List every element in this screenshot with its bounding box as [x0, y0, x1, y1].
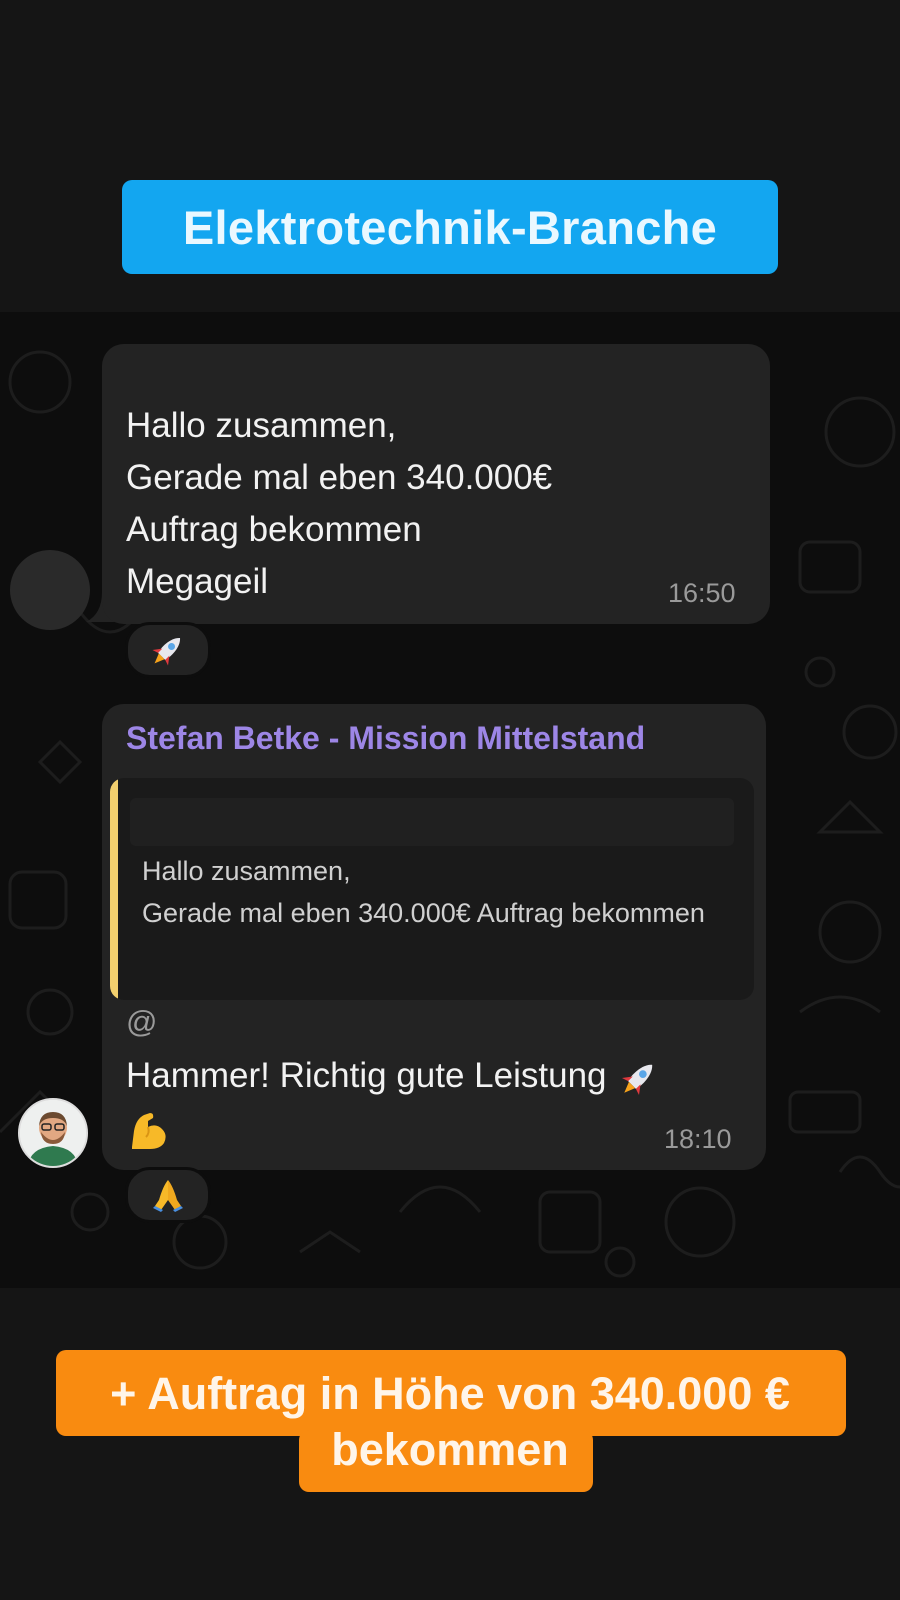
avatar[interactable]: [18, 1098, 88, 1168]
quoted-message[interactable]: Hallo zusammen, Gerade mal eben 340.000€…: [110, 778, 754, 1000]
rocket-icon: [622, 1064, 653, 1095]
rocket-icon: [152, 637, 181, 666]
avatar-photo: [20, 1100, 86, 1166]
avatar-placeholder[interactable]: [10, 550, 90, 630]
top-banner: Elektrotechnik-Branche: [122, 180, 778, 274]
bottom-banner-text: + Auftrag in Höhe von 340.000 € bekommen: [110, 1368, 790, 1475]
bottom-banner: + Auftrag in Höhe von 340.000 € bekommen: [0, 1350, 900, 1492]
quote-header-placeholder: [130, 798, 734, 846]
quote-bar: [110, 778, 118, 1000]
flexed-biceps-icon: [132, 1112, 166, 1149]
quoted-text: Hallo zusammen, Gerade mal eben 340.000€…: [142, 856, 705, 928]
message-bubble[interactable]: Hallo zusammen, Gerade mal eben 340.000€…: [102, 344, 770, 624]
reaction-chip[interactable]: [125, 1167, 211, 1223]
message-text: Hammer! Richtig gute Leistung: [126, 1050, 736, 1154]
message-bubble[interactable]: Stefan Betke - Mission Mittelstand Hallo…: [102, 704, 766, 1170]
message-time: 18:10: [664, 1124, 732, 1154]
message-text: Hallo zusammen, Gerade mal eben 340.000€…: [126, 406, 553, 601]
top-banner-text: Elektrotechnik-Branche: [182, 200, 718, 254]
reaction-chip[interactable]: [125, 622, 211, 678]
folded-hands-icon: [153, 1180, 183, 1212]
message-text-content: Hammer! Richtig gute Leistung: [126, 1056, 607, 1095]
chat-area[interactable]: Hallo zusammen, Gerade mal eben 340.000€…: [0, 312, 900, 1288]
sender-name[interactable]: Stefan Betke - Mission Mittelstand: [126, 720, 645, 757]
message-time: 16:50: [668, 578, 736, 608]
mention[interactable]: @: [126, 1004, 157, 1040]
